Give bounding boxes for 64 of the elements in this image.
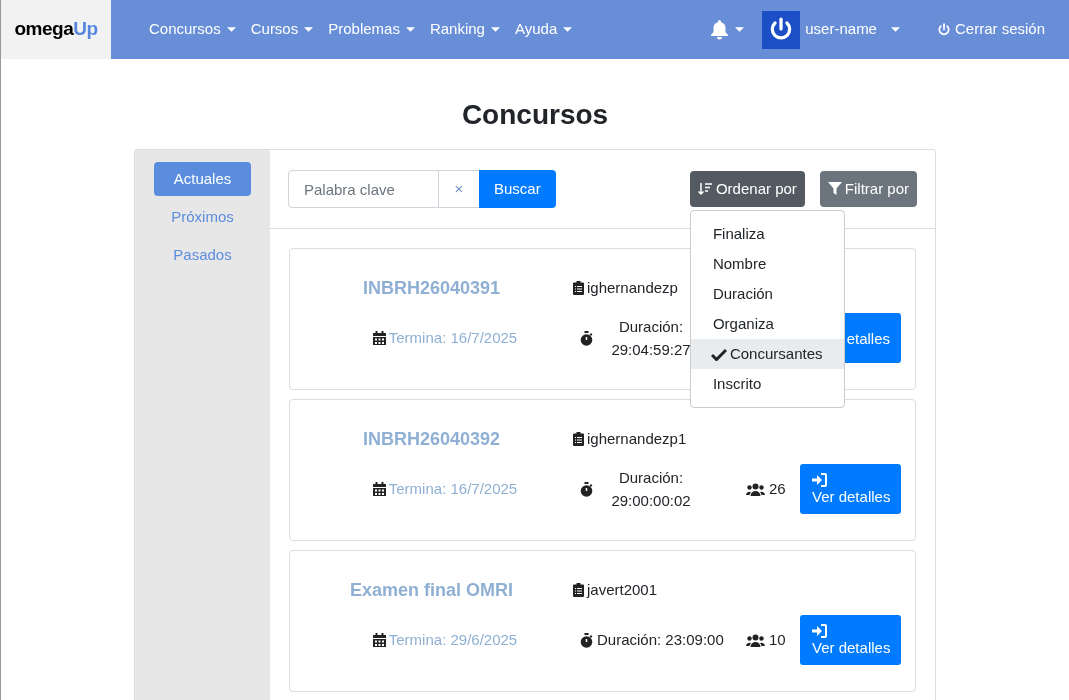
caret-icon [563,27,573,32]
nav-menu-item[interactable]: Ranking [429,18,500,41]
stopwatch-icon [580,632,593,648]
avatar[interactable] [762,10,801,49]
calendar-icon [372,633,386,647]
dropdown-item[interactable]: Nombre [690,249,844,279]
caret-icon [405,27,415,32]
dropdown-item[interactable]: Inscrito [690,369,844,399]
clipboard-icon [573,432,584,446]
dropdown-item[interactable]: Finaliza [690,219,844,249]
caret-icon [226,27,236,32]
nav-menu-item[interactable]: Problemas [328,18,415,41]
clipboard-icon [573,281,584,295]
end-date: Termina: 29/6/2025 [388,629,518,650]
nav-menu-item[interactable]: Ayuda [514,18,573,41]
search-button[interactable]: Buscar [479,170,556,208]
owner-name: ighernandezp [587,277,678,298]
check-icon [710,347,727,361]
sidebar-tab[interactable]: Actuales [154,162,251,196]
power-icon [936,22,951,37]
contest-title[interactable]: INBRH26040392 [290,425,573,453]
notifications-button[interactable] [710,19,745,40]
sign-in-icon [812,472,827,487]
caret-icon [490,27,500,32]
logout-link[interactable]: Cerrar sesión [936,18,1045,41]
owner-name: ighernandezp1 [587,428,687,449]
details-button[interactable]: Ver detalles [800,615,901,665]
calendar-icon [372,482,386,496]
duration: Duración: 29:04:59:27 [610,317,692,360]
contest-title[interactable]: Examen final OMRI [290,576,573,604]
bell-icon [710,19,730,40]
stopwatch-icon [580,330,593,346]
user-menu[interactable]: user-name [805,18,900,41]
sidebar-tab[interactable]: Pasados [154,238,251,272]
duration: Duración: 29:00:00:02 [610,468,692,511]
filter-icon [827,182,842,196]
owner-name: javert2001 [587,579,658,600]
participant-count: 26 [769,478,786,499]
search-field[interactable]: Palabra clave [288,170,439,208]
caret-icon [735,27,745,32]
users-icon [746,482,765,496]
sort-icon [697,182,712,196]
sidebar-tab[interactable]: Próximos [154,200,251,234]
end-date: Termina: 16/7/2025 [388,478,518,499]
nav-menu-item[interactable]: Concursos [149,18,236,41]
calendar-icon [372,331,386,345]
details-button[interactable]: Ver detalles [800,464,901,514]
participant-count: 10 [769,629,786,650]
caret-icon [304,27,314,32]
filter-button[interactable]: Filtrar por [819,171,917,207]
dropdown-item[interactable]: Duración [690,279,844,309]
logo[interactable]: omegaUp [1,0,111,59]
end-date: Termina: 16/7/2025 [388,327,518,348]
stopwatch-icon [580,481,593,497]
sign-in-icon [812,623,827,638]
nav-menu-item[interactable]: Cursos [250,18,314,41]
caret-icon [890,27,900,32]
clipboard-icon [573,583,584,597]
dropdown-item[interactable]: Concursantes [690,339,844,369]
contest-title[interactable]: INBRH26040391 [290,274,573,302]
duration: Duración: 23:09:00 [597,629,724,650]
sort-button[interactable]: Ordenar por [689,171,805,207]
page-title: Concursos [460,98,610,132]
users-icon [746,633,765,647]
